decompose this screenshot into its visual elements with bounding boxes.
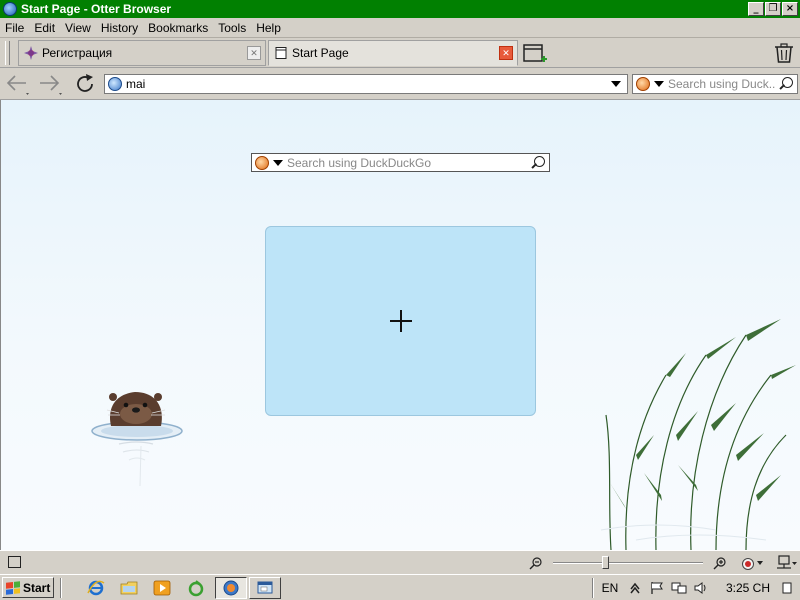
address-dropdown-icon[interactable] (611, 81, 621, 87)
close-button[interactable]: × (782, 2, 798, 16)
otter-browser-icon (223, 580, 239, 596)
reload-button[interactable] (72, 72, 98, 96)
chevron-up-icon[interactable] (627, 580, 643, 596)
restore-button[interactable]: ❐ (765, 2, 781, 16)
folder-icon[interactable] (120, 579, 138, 597)
menu-bookmarks[interactable]: Bookmarks (143, 21, 213, 35)
tab-label: Регистрация (42, 46, 113, 60)
add-icon (389, 310, 412, 332)
start-page: Search using DuckDuckGo (0, 100, 800, 550)
shield-icon (742, 558, 763, 570)
zoom-slider-track (553, 562, 703, 564)
page-icon (275, 47, 287, 59)
search-icon[interactable] (530, 155, 546, 171)
content-blocking-button[interactable] (740, 555, 766, 571)
duckduckgo-icon[interactable] (636, 77, 650, 91)
start-label: Start (23, 580, 51, 595)
menu-tools[interactable]: Tools (213, 21, 251, 35)
tray-separator (592, 578, 594, 598)
title-bar[interactable]: Start Page - Otter Browser _ ❐ × (0, 0, 800, 18)
clock[interactable]: 3:25 CH (726, 581, 770, 595)
toolbar-search-box[interactable]: Search using Duck... (632, 74, 798, 94)
network-icon[interactable] (671, 580, 687, 596)
internet-explorer-icon[interactable] (87, 579, 105, 597)
close-tab-icon[interactable]: ✕ (499, 46, 513, 60)
zoom-in-button[interactable] (713, 556, 727, 573)
toolbar-search-input[interactable]: Search using Duck... (668, 77, 775, 91)
reload-icon (77, 74, 93, 92)
media-player-icon[interactable] (153, 579, 171, 597)
sidebar-toggle-icon[interactable] (8, 556, 21, 568)
search-engine-dropdown-icon[interactable] (273, 159, 283, 166)
zoom-in-icon (713, 557, 726, 570)
zoom-slider[interactable] (553, 556, 703, 570)
windows-logo-icon (6, 580, 20, 595)
menu-view[interactable]: View (60, 21, 96, 35)
taskbar-item-otter-browser[interactable] (215, 577, 247, 599)
menu-bar: File Edit View History Bookmarks Tools H… (0, 18, 800, 38)
show-desktop-icon[interactable] (779, 580, 795, 596)
otter-mascot-illustration (91, 392, 183, 487)
tab-bar: Регистрация ✕ Start Page ✕ (0, 38, 800, 68)
start-button[interactable]: Start (2, 577, 54, 598)
taskbar-separator (60, 578, 62, 598)
volume-icon[interactable] (693, 580, 709, 596)
toolbar-grip[interactable] (5, 41, 10, 65)
system-tray: EN 3:25 CH (596, 577, 798, 599)
menu-file[interactable]: File (0, 21, 29, 35)
status-bar (0, 550, 800, 574)
arrow-right-icon (40, 75, 62, 95)
taskbar: Start EN 3:25 CH (0, 574, 800, 600)
flag-icon[interactable] (649, 580, 665, 596)
menu-edit[interactable]: Edit (29, 21, 60, 35)
site-icon (108, 77, 122, 91)
new-tab-icon (523, 44, 547, 62)
address-input[interactable]: mai (126, 77, 605, 91)
network-icon (777, 555, 797, 569)
network-status-button[interactable] (776, 555, 798, 571)
zoom-out-button[interactable] (529, 556, 543, 573)
new-tab-button[interactable] (522, 42, 548, 64)
arrow-left-icon (6, 75, 29, 95)
reeds-illustration (598, 319, 796, 550)
menu-help[interactable]: Help (251, 21, 286, 35)
start-page-search-input[interactable]: Search using DuckDuckGo (287, 156, 527, 170)
zoom-out-icon (529, 557, 542, 570)
window-title: Start Page - Otter Browser (21, 2, 172, 16)
trash-icon (775, 43, 793, 63)
close-tab-icon[interactable]: ✕ (247, 46, 261, 60)
search-icon[interactable] (778, 76, 794, 92)
site-favicon-icon (24, 46, 38, 60)
tab-start-page[interactable]: Start Page ✕ (268, 40, 518, 66)
taskbar-item-window[interactable] (249, 577, 281, 599)
navigation-bar: mai Search using Duck... (0, 68, 800, 100)
add-speed-dial-tile[interactable] (265, 226, 536, 416)
start-page-search-box[interactable]: Search using DuckDuckGo (251, 153, 550, 172)
app-launcher-icon[interactable] (187, 579, 205, 597)
closed-tabs-button[interactable] (772, 42, 796, 64)
zoom-slider-thumb[interactable] (602, 556, 609, 569)
duckduckgo-icon[interactable] (255, 155, 269, 170)
back-button[interactable] (4, 72, 30, 96)
search-engine-dropdown-icon[interactable] (654, 81, 664, 87)
tab-label: Start Page (292, 46, 349, 60)
tab-registration[interactable]: Регистрация ✕ (18, 40, 266, 66)
minimize-button[interactable]: _ (748, 2, 764, 16)
otter-browser-icon (3, 2, 17, 16)
menu-history[interactable]: History (96, 21, 143, 35)
application-window-icon (257, 581, 273, 594)
window-controls: _ ❐ × (747, 2, 798, 16)
language-indicator[interactable]: EN (596, 581, 624, 595)
forward-button[interactable] (37, 72, 63, 96)
address-bar[interactable]: mai (104, 74, 628, 94)
